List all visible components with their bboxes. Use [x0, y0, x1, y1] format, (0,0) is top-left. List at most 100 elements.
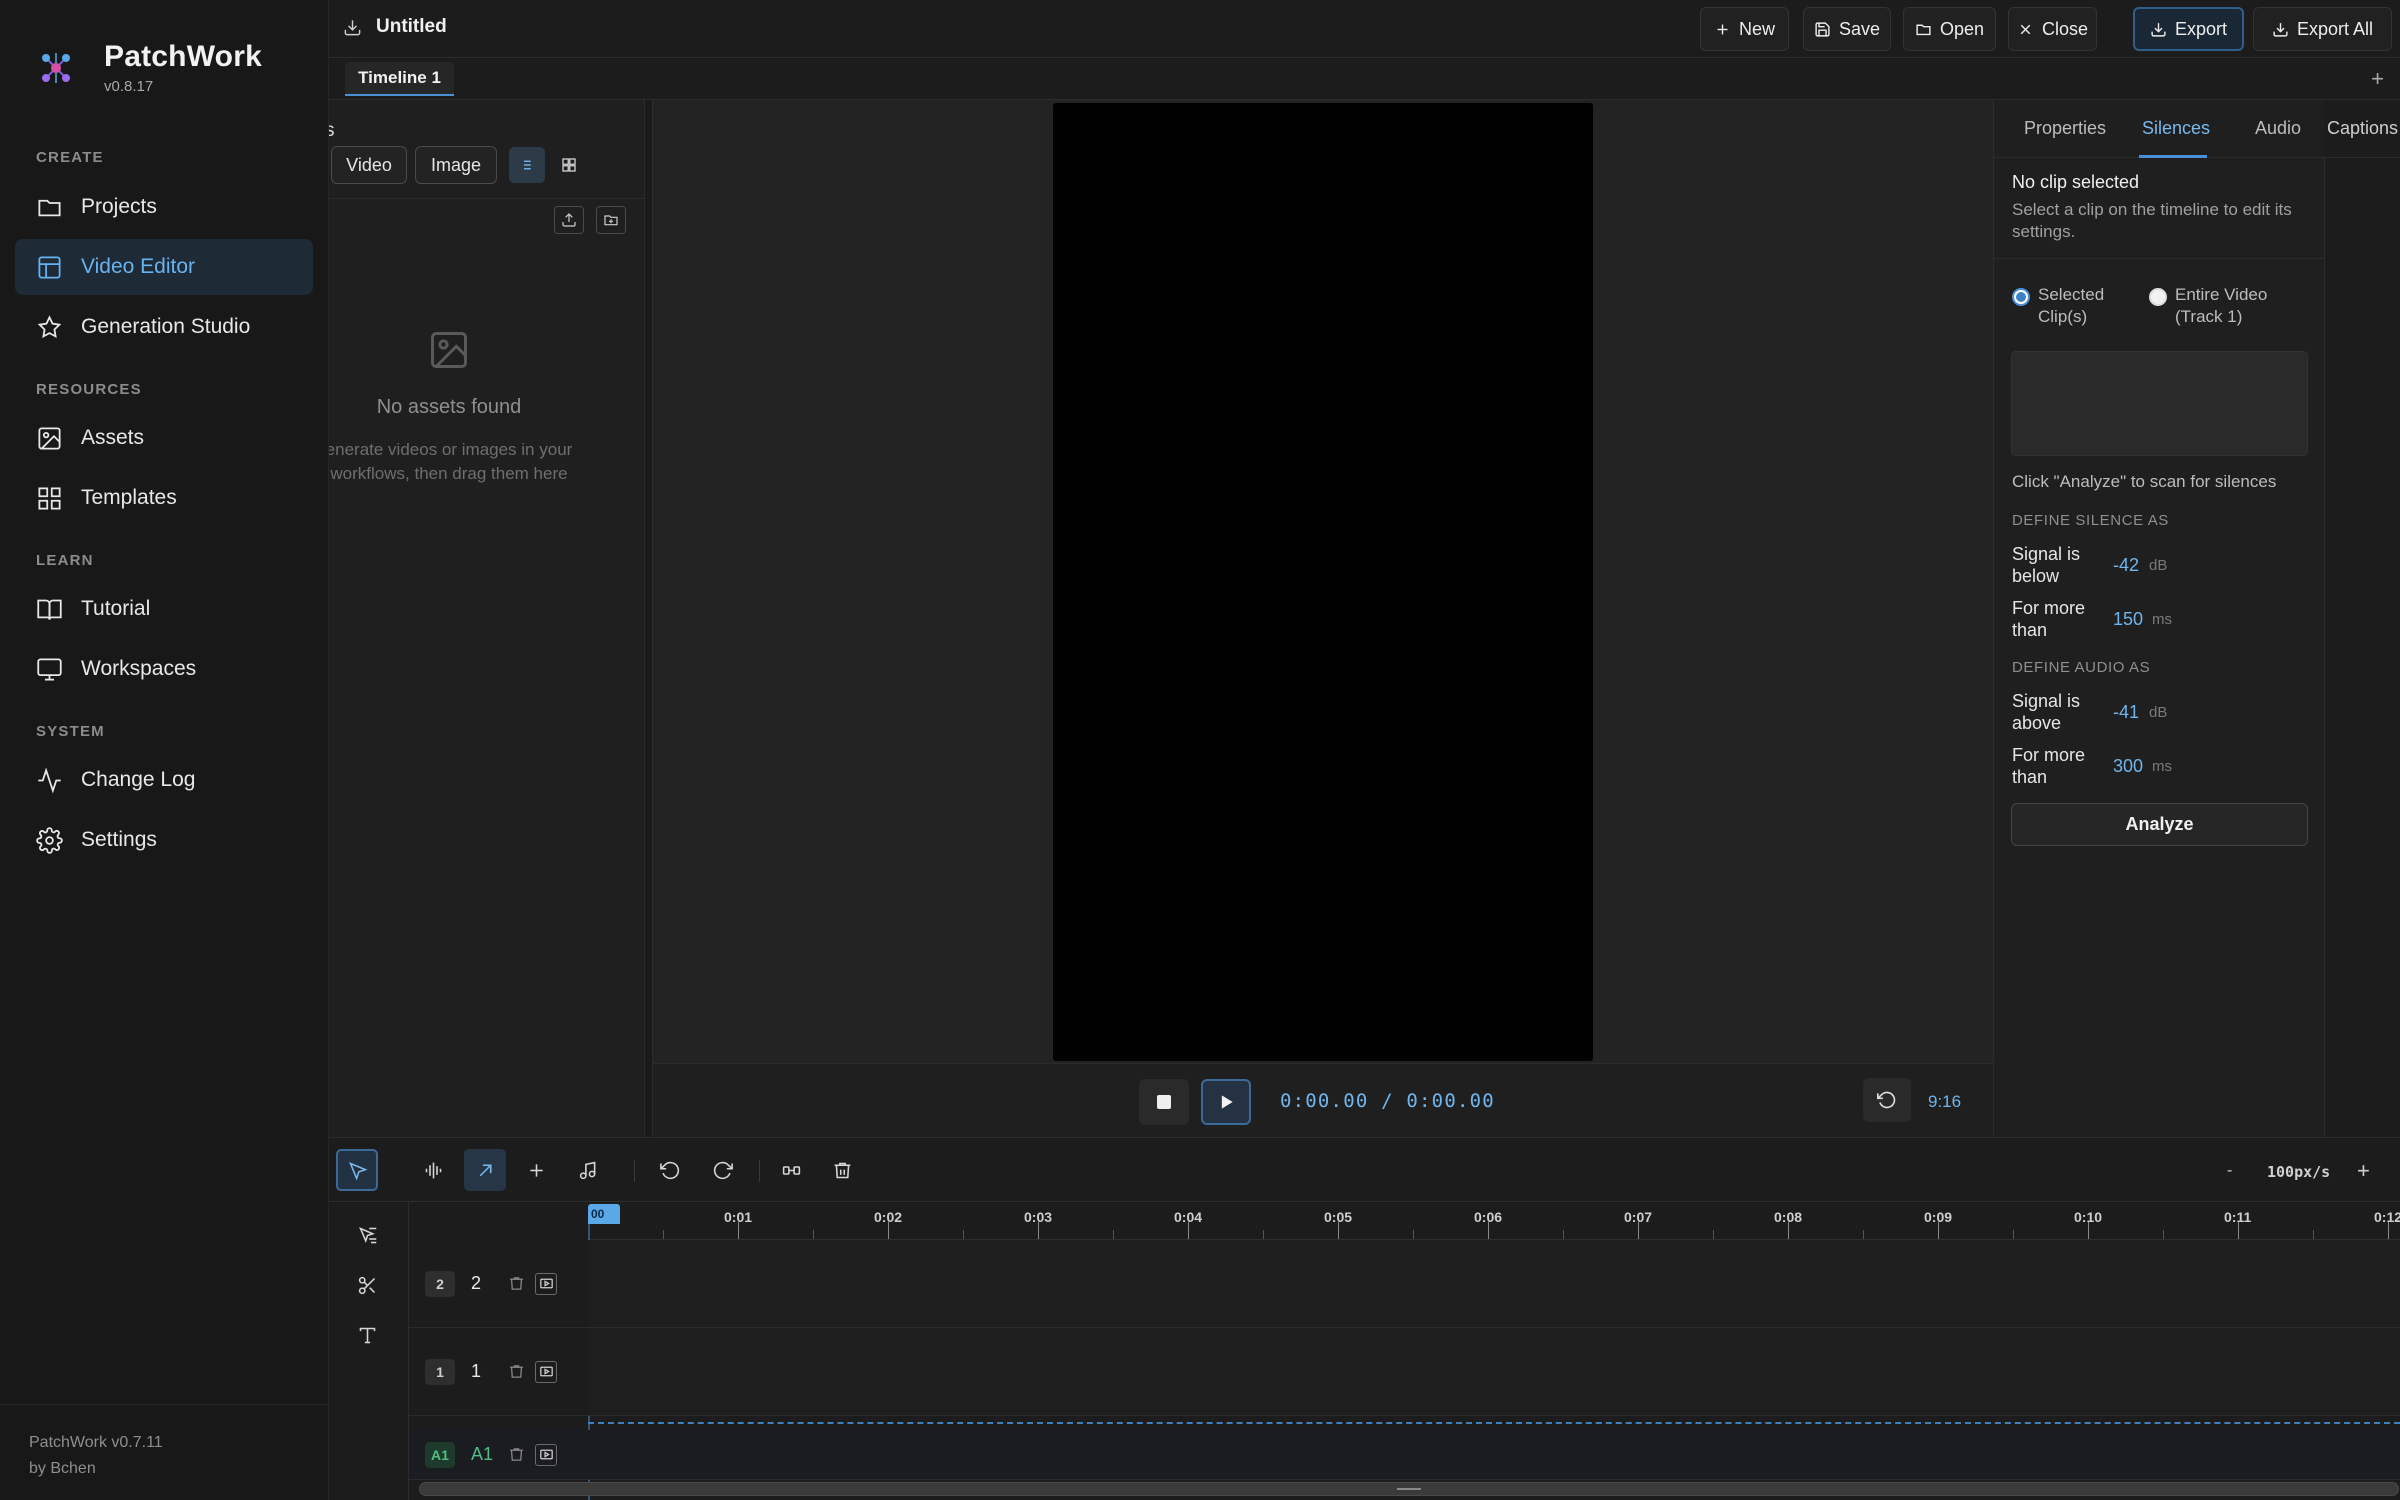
track-visibility-toggle[interactable]: [535, 1360, 557, 1383]
document-title[interactable]: Untitled: [343, 16, 447, 38]
active-tab-indicator: [2139, 155, 2207, 158]
silence-duration-line-1: For more: [2012, 598, 2086, 618]
time-current: 0:00.00: [1280, 1090, 1369, 1112]
playback-controls: 0:00.00 / 0:00.00 9:16: [653, 1063, 1993, 1137]
ruler-label: 0:06: [1474, 1209, 1503, 1225]
silence-threshold-unit: dB: [2149, 557, 2168, 574]
delete-track-button[interactable]: [505, 1361, 527, 1383]
patchwork-logo-icon: [42, 52, 70, 83]
filter-image-button[interactable]: Image: [415, 146, 497, 184]
toolbar-separator: [759, 1160, 760, 1182]
folder-icon: [35, 193, 63, 221]
sidebar-footer: PatchWork v0.7.11 by Bchen: [29, 1430, 163, 1482]
track-lane-1[interactable]: [588, 1328, 2400, 1416]
zoom-out-button[interactable]: -: [2227, 1162, 2232, 1180]
tab-silences[interactable]: Silences: [2142, 118, 2210, 139]
waveform-tool-button[interactable]: [412, 1149, 454, 1191]
empty-state-title: No assets found: [376, 396, 522, 418]
radio-entire-video[interactable]: Entire Video (Track 1): [2149, 284, 2267, 328]
text-tool[interactable]: [346, 1314, 388, 1356]
add-tab-button[interactable]: +: [2371, 66, 2384, 92]
video-box-icon: [539, 1449, 553, 1460]
nav-section-resources: RESOURCES: [36, 381, 142, 398]
sidebar-item-generation-studio[interactable]: Generation Studio: [15, 299, 313, 355]
delete-track-button[interactable]: [505, 1444, 527, 1466]
audio-threshold-input[interactable]: -41: [2113, 702, 2139, 723]
undo-button[interactable]: [649, 1149, 691, 1191]
ruler-label: 0:07: [1624, 1209, 1653, 1225]
sidebar-item-workspaces[interactable]: Workspaces: [15, 641, 313, 697]
preview-canvas[interactable]: [1053, 103, 1593, 1061]
timeline-horizontal-scrollbar[interactable]: [419, 1482, 2399, 1496]
snap-tool-button[interactable]: [464, 1149, 506, 1191]
split-button[interactable]: [770, 1149, 812, 1191]
tab-audio[interactable]: Audio: [2255, 118, 2301, 139]
app-version: v0.8.17: [104, 78, 154, 95]
tab-captions[interactable]: Captions: [2324, 100, 2400, 158]
new-button[interactable]: New: [1700, 7, 1789, 51]
select-multiple-tool[interactable]: [346, 1214, 388, 1256]
select-tool-button[interactable]: [336, 1149, 378, 1191]
delete-button[interactable]: [821, 1149, 863, 1191]
track-header-a1: A1 A1: [409, 1430, 588, 1480]
sidebar-item-settings[interactable]: Settings: [15, 812, 313, 868]
sidebar-item-video-editor[interactable]: Video Editor: [15, 239, 313, 295]
add-track-button[interactable]: [515, 1149, 557, 1191]
radio-selected-clips[interactable]: Selected Clip(s): [2012, 284, 2104, 328]
audio-duration-input[interactable]: 300: [2113, 756, 2143, 777]
upload-button[interactable]: [554, 206, 584, 234]
silence-threshold-input[interactable]: -42: [2113, 555, 2139, 576]
timeline: - 100px/s + 0:01 0:02 0:03 0:04 0:05 0:06 0:07…: [329, 1137, 2400, 1500]
save-button[interactable]: Save: [1803, 7, 1891, 51]
silence-signal-line-1: Signal is: [2012, 544, 2081, 564]
ruler-minor-tick: [1413, 1230, 1414, 1239]
sidebar-divider: [0, 1404, 329, 1405]
app-name: PatchWork: [104, 40, 262, 73]
filter-video-button[interactable]: Video: [331, 146, 407, 184]
top-bar: Untitled New Save Open Close Export Expo…: [329, 0, 2400, 58]
close-button-label: Close: [2041, 18, 2089, 39]
track-visibility-toggle[interactable]: [535, 1272, 557, 1295]
empty-state-line-1: enerate videos or images in your: [329, 440, 573, 459]
stop-button[interactable]: [1139, 1079, 1189, 1125]
track-lane-a1[interactable]: [588, 1430, 2400, 1480]
grid-view-button[interactable]: [551, 147, 587, 183]
close-button[interactable]: Close: [2008, 7, 2097, 51]
list-view-button[interactable]: [509, 147, 545, 183]
redo-button[interactable]: [701, 1149, 743, 1191]
play-button[interactable]: [1201, 1079, 1251, 1125]
ruler-minor-tick: [2163, 1230, 2164, 1239]
tab-timeline-1[interactable]: Timeline 1: [345, 62, 454, 96]
export-all-button[interactable]: Export All: [2253, 7, 2392, 51]
cut-tool[interactable]: [346, 1264, 388, 1306]
panel-resize-handle[interactable]: [645, 100, 653, 1137]
sidebar-item-projects[interactable]: Projects: [15, 179, 313, 235]
radio-entire-label: Entire Video (Track 1): [2175, 284, 2267, 328]
silence-duration-input[interactable]: 150: [2113, 609, 2143, 630]
sidebar-item-assets[interactable]: Assets: [15, 410, 313, 466]
timeline-ruler[interactable]: 0:01 0:02 0:03 0:04 0:05 0:06 0:07 0:08 0:09 0:10…: [588, 1202, 2400, 1240]
delete-track-button[interactable]: [505, 1273, 527, 1295]
save-button-label: Save: [1838, 18, 1881, 39]
zoom-in-button[interactable]: +: [2357, 1158, 2370, 1184]
add-audio-track-button[interactable]: [567, 1149, 609, 1191]
download-icon: [344, 19, 361, 35]
open-button[interactable]: Open: [1903, 7, 1996, 51]
playhead-handle[interactable]: 00: [588, 1204, 620, 1224]
tab-properties[interactable]: Properties: [2024, 118, 2106, 139]
document-title-text: Untitled: [376, 16, 447, 37]
audio-signal-label: Signal is above: [2012, 690, 2092, 734]
sidebar-item-change-log[interactable]: Change Log: [15, 752, 313, 808]
export-button[interactable]: Export: [2133, 7, 2244, 51]
track-visibility-toggle[interactable]: [535, 1443, 557, 1466]
radio-entire-line-1: Entire Video: [2175, 285, 2268, 304]
sidebar-item-tutorial[interactable]: Tutorial: [15, 581, 313, 637]
sidebar-item-templates[interactable]: Templates: [15, 470, 313, 526]
reset-button[interactable]: [1863, 1078, 1911, 1122]
aspect-ratio-toggle[interactable]: 9:16: [1928, 1092, 1961, 1112]
define-silence-heading: DEFINE SILENCE AS: [2012, 512, 2169, 529]
new-folder-button[interactable]: [596, 206, 626, 234]
time-separator: /: [1381, 1090, 1394, 1112]
track-lane-2[interactable]: [588, 1240, 2400, 1328]
analyze-button[interactable]: Analyze: [2011, 803, 2308, 846]
